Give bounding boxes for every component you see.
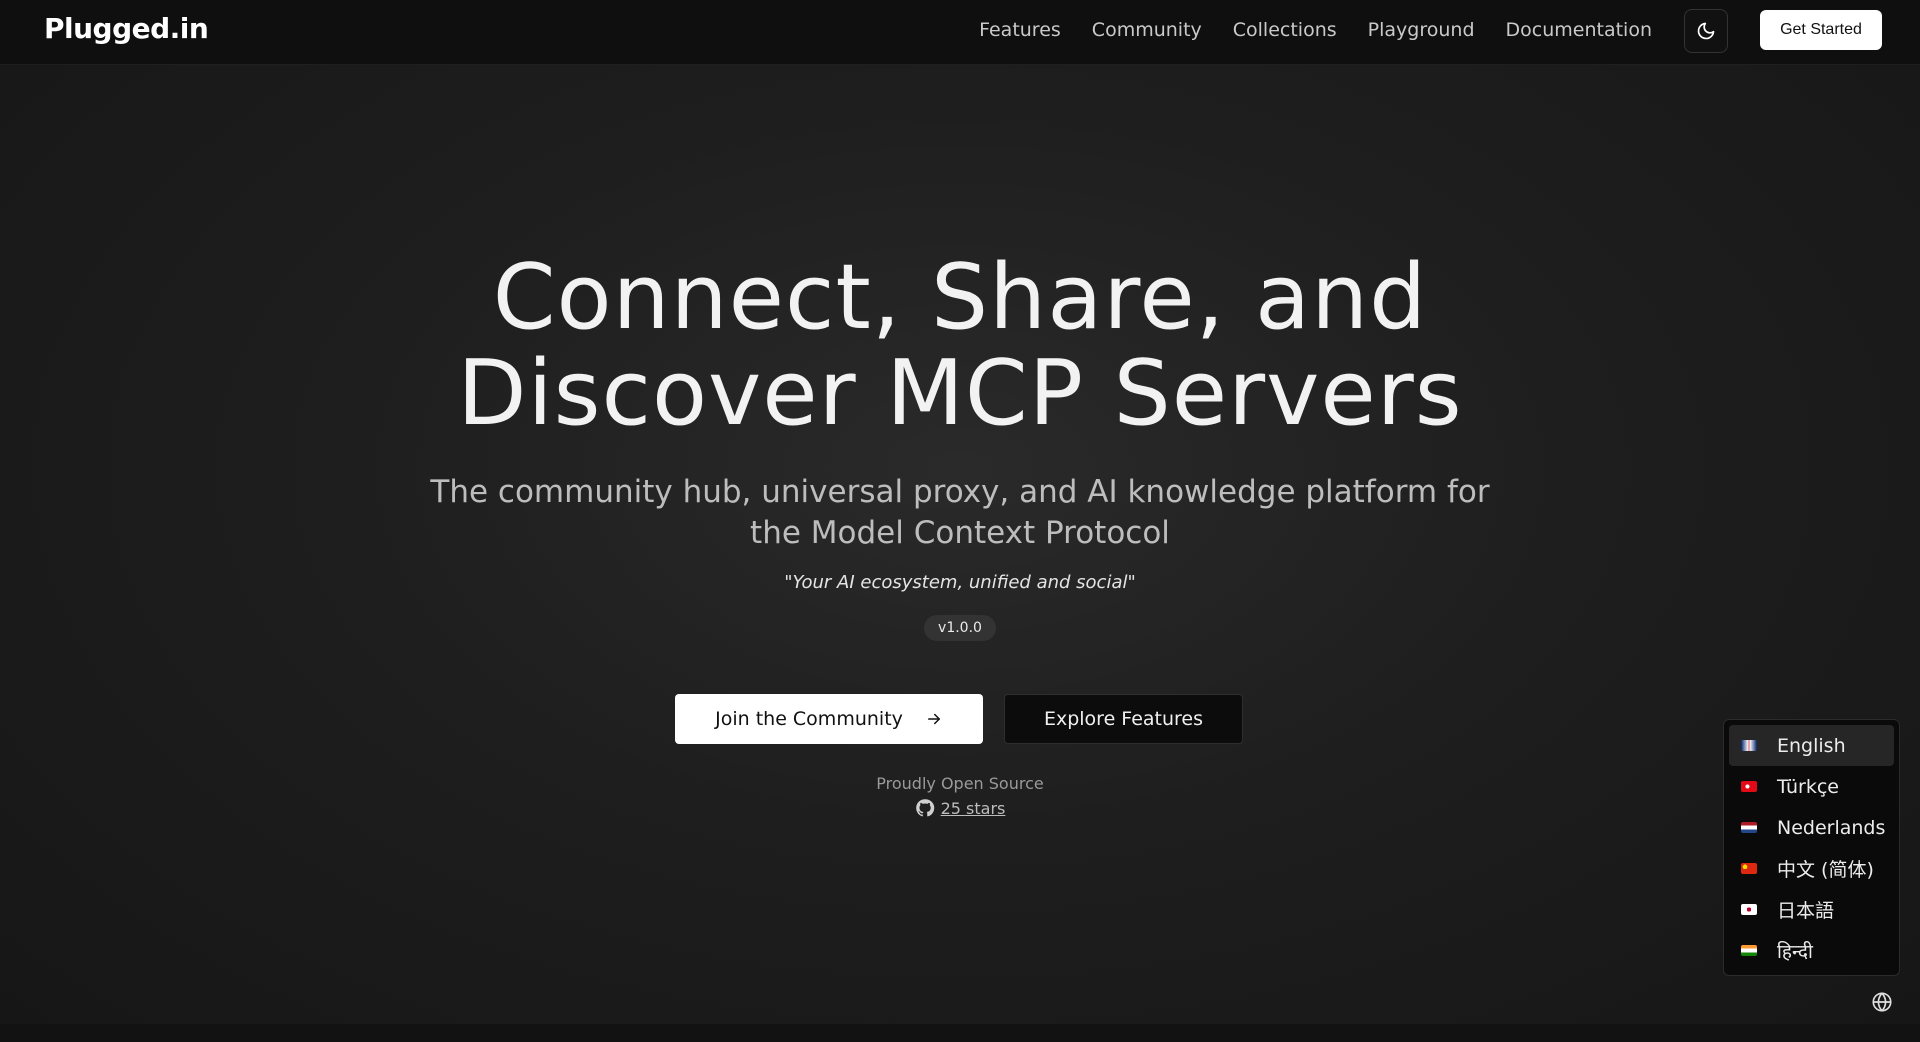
language-label: English bbox=[1777, 734, 1846, 757]
hero-section: Connect, Share, and Discover MCP Servers… bbox=[0, 250, 1920, 641]
nav-link-documentation[interactable]: Documentation bbox=[1506, 19, 1652, 41]
logo[interactable]: Plugged.in bbox=[44, 12, 209, 45]
hero-subtitle-line-2: the Model Context Protocol bbox=[750, 515, 1170, 551]
language-menu: English Türkçe Nederlands 中文 (简体) 日本語 हि… bbox=[1723, 719, 1900, 976]
flag-turkey-icon bbox=[1741, 781, 1757, 792]
language-option-hindi[interactable]: हिन्दी bbox=[1729, 930, 1894, 971]
github-stars-row: 25 stars bbox=[0, 798, 1920, 818]
nav-link-playground[interactable]: Playground bbox=[1368, 19, 1475, 41]
flag-uk-icon bbox=[1741, 740, 1757, 751]
language-label: 中文 (简体) bbox=[1777, 859, 1874, 881]
github-stars-link[interactable]: 25 stars bbox=[941, 799, 1006, 818]
get-started-button[interactable]: Get Started bbox=[1760, 10, 1882, 50]
version-badge: v1.0.0 bbox=[924, 615, 996, 641]
language-label: हिन्दी bbox=[1777, 940, 1813, 963]
hero-actions: Join the Community Explore Features bbox=[0, 694, 1920, 744]
flag-netherlands-icon bbox=[1741, 822, 1757, 833]
bottom-section-edge bbox=[0, 1024, 1920, 1042]
language-toggle-button[interactable] bbox=[1868, 988, 1896, 1016]
language-option-chinese[interactable]: 中文 (简体) bbox=[1729, 848, 1894, 889]
language-label: Türkçe bbox=[1777, 775, 1839, 798]
hero-title-line-2: Discover MCP Servers bbox=[457, 341, 1463, 446]
hero-subtitle-line-1: The community hub, universal proxy, and … bbox=[430, 474, 1490, 510]
explore-features-button[interactable]: Explore Features bbox=[1004, 694, 1243, 744]
flag-japan-icon bbox=[1741, 904, 1757, 915]
nav-link-collections[interactable]: Collections bbox=[1233, 19, 1337, 41]
language-label: 日本語 bbox=[1777, 900, 1835, 922]
github-icon bbox=[915, 799, 934, 817]
theme-toggle-button[interactable] bbox=[1684, 9, 1728, 53]
hero-tagline: "Your AI ecosystem, unified and social" bbox=[784, 572, 1136, 593]
language-option-turkish[interactable]: Türkçe bbox=[1729, 766, 1894, 807]
hero-title: Connect, Share, and Discover MCP Servers bbox=[0, 250, 1920, 442]
top-nav: Plugged.in Features Community Collection… bbox=[0, 0, 1920, 65]
globe-icon bbox=[1872, 992, 1892, 1012]
hero-subtitle: The community hub, universal proxy, and … bbox=[0, 472, 1920, 554]
language-option-english[interactable]: English bbox=[1729, 725, 1894, 766]
nav-link-community[interactable]: Community bbox=[1092, 19, 1202, 41]
join-community-button[interactable]: Join the Community bbox=[675, 694, 983, 744]
arrow-right-icon bbox=[927, 713, 940, 725]
moon-icon bbox=[1697, 22, 1715, 40]
language-option-dutch[interactable]: Nederlands bbox=[1729, 807, 1894, 848]
flag-china-icon bbox=[1741, 863, 1757, 874]
hero-title-line-1: Connect, Share, and bbox=[492, 245, 1428, 350]
nav-link-features[interactable]: Features bbox=[979, 19, 1061, 41]
nav-links: Features Community Collections Playgroun… bbox=[979, 0, 1652, 60]
join-community-label: Join the Community bbox=[715, 708, 903, 730]
open-source-label: Proudly Open Source bbox=[876, 774, 1044, 793]
landing-page: Plugged.in Features Community Collection… bbox=[0, 0, 1920, 1042]
language-option-japanese[interactable]: 日本語 bbox=[1729, 889, 1894, 930]
flag-india-icon bbox=[1741, 945, 1757, 956]
language-label: Nederlands bbox=[1777, 816, 1886, 839]
